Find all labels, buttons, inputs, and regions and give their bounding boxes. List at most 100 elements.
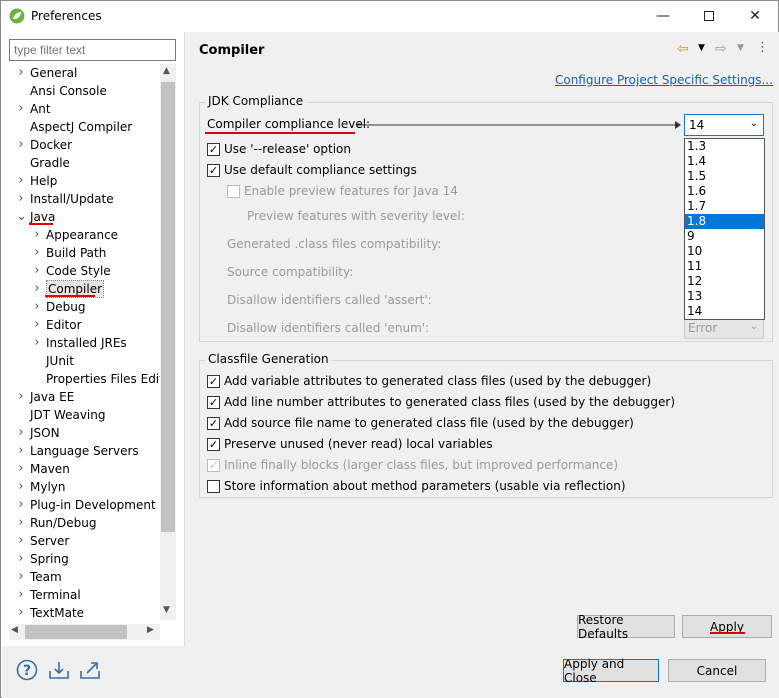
scroll-down-icon[interactable]: ▼	[163, 605, 170, 615]
chevron-right-icon[interactable]: ›	[32, 226, 42, 244]
preserve-unused-checkbox[interactable]: ✓	[207, 437, 220, 451]
source-file-checkbox[interactable]: ✓	[207, 416, 220, 430]
chevron-right-icon[interactable]: ›	[16, 424, 26, 442]
tree-item[interactable]: › General	[2, 64, 160, 82]
tree-item[interactable]: › Server	[2, 532, 160, 550]
scroll-left-icon[interactable]: ◀	[11, 625, 18, 635]
forward-icon[interactable]: ⇨	[715, 41, 727, 57]
chevron-right-icon[interactable]: ›	[16, 136, 26, 154]
use-release-row[interactable]: ✓ Use '--release' option	[207, 140, 351, 158]
tree-item[interactable]: Ansi Console	[2, 82, 160, 100]
chevron-right-icon[interactable]: ›	[16, 190, 26, 208]
tree-vertical-scrollbar[interactable]: ▲ ▼	[160, 64, 176, 620]
view-menu-icon[interactable]: ⋮	[756, 40, 769, 55]
chevron-right-icon[interactable]: ›	[16, 442, 26, 460]
maximize-button[interactable]	[686, 1, 732, 31]
chevron-right-icon[interactable]: ›	[16, 388, 26, 406]
tree-item[interactable]: › Language Servers	[2, 442, 160, 460]
chevron-right-icon[interactable]: ›	[16, 586, 26, 604]
method-parameters-row[interactable]: Store information about method parameter…	[207, 477, 626, 495]
dropdown-option[interactable]: 13	[685, 289, 764, 304]
chevron-right-icon[interactable]: ›	[16, 478, 26, 496]
filter-input[interactable]	[9, 39, 176, 61]
chevron-right-icon[interactable]: ›	[32, 262, 42, 280]
dropdown-option[interactable]: 9	[685, 229, 764, 244]
tree-horizontal-scrollbar[interactable]: ◀ ▶	[9, 624, 160, 640]
tree-item[interactable]: › Run/Debug	[2, 514, 160, 532]
tree-item[interactable]: › JSON	[2, 424, 160, 442]
scroll-up-icon[interactable]: ▲	[163, 66, 170, 76]
tree-item[interactable]: › Terminal	[2, 586, 160, 604]
back-icon[interactable]: ⇦	[677, 41, 689, 57]
variable-attributes-row[interactable]: ✓ Add variable attributes to generated c…	[207, 372, 651, 390]
dropdown-option[interactable]: 1.4	[685, 154, 764, 169]
compliance-level-combo[interactable]: 14 ⌄	[684, 114, 764, 136]
tree-item[interactable]: › Help	[2, 172, 160, 190]
export-icon[interactable]	[78, 659, 102, 681]
tree-item[interactable]: ⌄ Java	[2, 208, 160, 226]
tree-item[interactable]: AspectJ Compiler	[2, 118, 160, 136]
chevron-right-icon[interactable]: ›	[32, 244, 42, 262]
chevron-right-icon[interactable]: ›	[32, 316, 42, 334]
method-parameters-checkbox[interactable]	[207, 479, 220, 493]
dropdown-option[interactable]: 1.5	[685, 169, 764, 184]
cancel-button[interactable]: Cancel	[668, 659, 766, 682]
use-release-checkbox[interactable]: ✓	[207, 142, 220, 156]
dropdown-option[interactable]: 10	[685, 244, 764, 259]
scrollbar-thumb[interactable]	[25, 625, 127, 639]
line-number-checkbox[interactable]: ✓	[207, 395, 220, 409]
source-file-row[interactable]: ✓ Add source file name to generated clas…	[207, 414, 634, 432]
chevron-right-icon[interactable]: ›	[16, 604, 26, 622]
scrollbar-thumb[interactable]	[161, 82, 175, 532]
tree-item[interactable]: JDT Weaving	[2, 406, 160, 424]
chevron-right-icon[interactable]: ›	[16, 550, 26, 568]
chevron-right-icon[interactable]: ›	[16, 172, 26, 190]
tree-item[interactable]: Gradle	[2, 154, 160, 172]
apply-button[interactable]: Apply	[682, 615, 772, 638]
use-default-checkbox[interactable]: ✓	[207, 163, 220, 177]
chevron-right-icon[interactable]: ›	[16, 514, 26, 532]
tree-item[interactable]: › Appearance	[2, 226, 160, 244]
tree-item[interactable]: › Plug-in Development	[2, 496, 160, 514]
variable-attributes-checkbox[interactable]: ✓	[207, 374, 220, 388]
close-button[interactable]: ✕	[732, 1, 778, 31]
dropdown-option[interactable]: 1.6	[685, 184, 764, 199]
tree-item[interactable]: › TextMate	[2, 604, 160, 622]
chevron-right-icon[interactable]: ›	[16, 460, 26, 478]
tree-item[interactable]: › Team	[2, 568, 160, 586]
chevron-right-icon[interactable]: ›	[16, 568, 26, 586]
scroll-right-icon[interactable]: ▶	[147, 625, 154, 635]
dropdown-option[interactable]: 1.7	[685, 199, 764, 214]
forward-menu-icon[interactable]: ▼	[737, 43, 744, 53]
dropdown-option[interactable]: 14	[685, 304, 764, 319]
preserve-unused-row[interactable]: ✓ Preserve unused (never read) local var…	[207, 435, 493, 453]
tree-item[interactable]: › Mylyn	[2, 478, 160, 496]
dropdown-option[interactable]: 11	[685, 259, 764, 274]
apply-and-close-button[interactable]: Apply and Close	[563, 657, 659, 685]
back-menu-icon[interactable]: ▼	[698, 43, 705, 53]
chevron-right-icon[interactable]: ›	[16, 496, 26, 514]
chevron-right-icon[interactable]: ›	[32, 280, 42, 298]
project-specific-link[interactable]: Configure Project Specific Settings...	[555, 73, 773, 87]
restore-defaults-button[interactable]: Restore Defaults	[577, 613, 675, 641]
chevron-right-icon[interactable]: ›	[16, 532, 26, 550]
tree-item[interactable]: › Code Style	[2, 262, 160, 280]
chevron-right-icon[interactable]: ›	[16, 64, 26, 82]
tree-item[interactable]: › Ant	[2, 100, 160, 118]
use-default-row[interactable]: ✓ Use default compliance settings	[207, 161, 417, 179]
compliance-level-dropdown[interactable]: 1.3 1.4 1.5 1.6 1.7 1.8 9 10 11 12 13 14	[684, 138, 765, 320]
help-icon[interactable]: ?	[16, 659, 38, 681]
dropdown-option[interactable]: 1.8	[685, 214, 764, 229]
tree-item[interactable]: › Install/Update	[2, 190, 160, 208]
tree-item[interactable]: › Docker	[2, 136, 160, 154]
chevron-right-icon[interactable]: ›	[32, 334, 42, 352]
chevron-down-icon[interactable]: ⌄	[16, 208, 27, 226]
tree-item[interactable]: JUnit	[2, 352, 160, 370]
tree-item[interactable]: › Editor	[2, 316, 160, 334]
dropdown-option[interactable]: 1.3	[685, 139, 764, 154]
tree-item[interactable]: › Java EE	[2, 388, 160, 406]
chevron-right-icon[interactable]: ›	[32, 298, 42, 316]
tree-item[interactable]: › Installed JREs	[2, 334, 160, 352]
line-number-row[interactable]: ✓ Add line number attributes to generate…	[207, 393, 675, 411]
chevron-right-icon[interactable]: ›	[16, 100, 26, 118]
